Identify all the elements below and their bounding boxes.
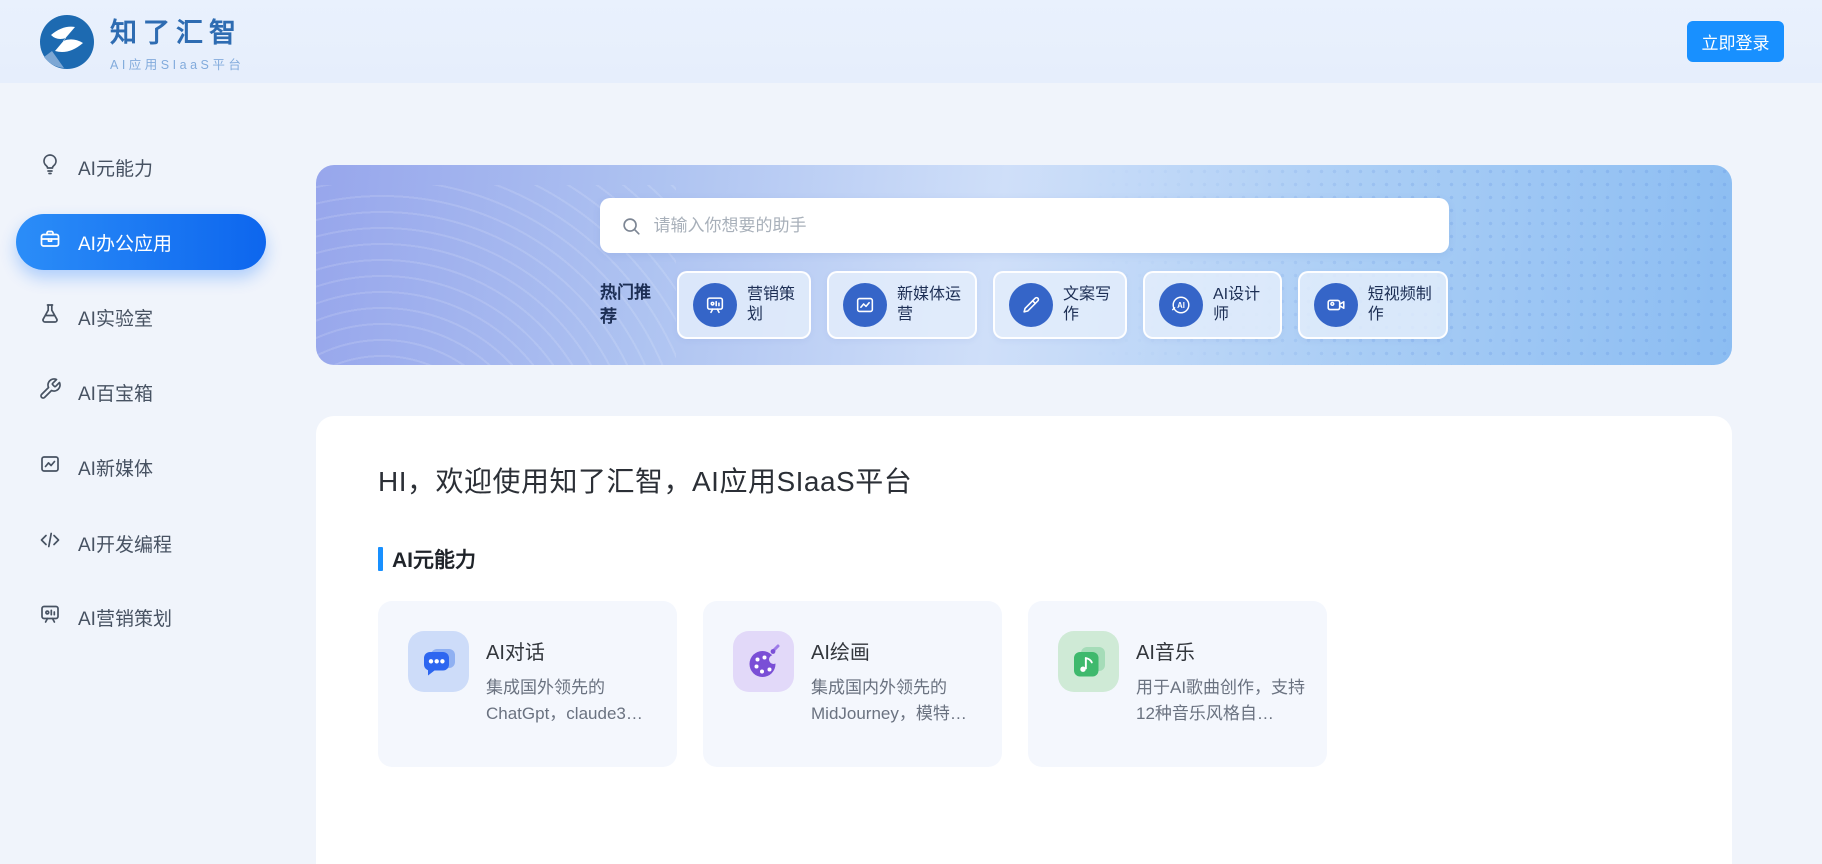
music-icon [1058,631,1119,692]
chip-short-video[interactable]: 短视频制作 [1297,271,1448,339]
pen-icon [1009,283,1053,327]
briefcase-icon [38,227,62,257]
chip-marketing-planning[interactable]: 营销策划 [677,271,811,339]
sidebar-item-ai-toolbox[interactable]: AI百宝箱 [16,364,266,420]
sidebar-item-ai-office[interactable]: AI办公应用 [16,214,266,270]
bulb-icon [38,152,62,182]
sidebar-item-ai-media[interactable]: AI新媒体 [16,439,266,495]
sidebar-item-label: AI元能力 [78,158,153,180]
video-icon [1313,283,1358,327]
card-ai-chat[interactable]: AI对话 集成国外领先的ChatGpt，claude3… [378,601,677,767]
search-input[interactable] [653,215,1429,236]
flask-icon [38,302,62,332]
card-title: AI音乐 [1136,642,1195,664]
sidebar-item-ai-coding[interactable]: AI开发编程 [16,515,266,571]
sidebar-item-label: AI开发编程 [78,534,172,556]
assistant-search[interactable] [599,198,1449,253]
chip-label: 文案写作 [1063,286,1112,323]
sidebar-item-ai-marketing[interactable]: AI营销策划 [16,589,266,645]
sidebar-item-label: AI百宝箱 [78,383,153,405]
section-accent-bar [378,547,383,571]
card-description: 集成国内外领先的MidJourney，模特… [811,678,967,723]
search-icon [622,217,640,235]
card-description: 集成国外领先的ChatGpt，claude3… [486,678,643,723]
section-title: AI元能力 [392,549,476,572]
card-ai-painting[interactable]: AI绘画 集成国内外领先的MidJourney，模特… [703,601,1002,767]
card-title: AI绘画 [811,642,870,664]
ai-designer-icon: AI [1159,283,1203,327]
hot-recommend-label: 热门推荐 [600,283,651,326]
chip-copywriting[interactable]: 文案写作 [993,271,1127,339]
chat-icon [408,631,469,692]
hot-recommend-row: 热门推荐 营销策划 新媒体运营 文案写作 AI AI设计师 短视频制作 [600,271,1732,339]
sidebar-item-label: AI新媒体 [78,458,153,480]
svg-text:AI: AI [1177,301,1185,310]
section-header: AI元能力 [378,544,1670,574]
app-header: 知了汇智 AI应用SIaaS平台 立即登录 [0,0,1822,83]
card-description: 用于AI歌曲创作，支持12种音乐风格自… [1136,678,1306,723]
palette-icon [733,631,794,692]
presentation-icon [38,602,62,632]
chip-label: 营销策划 [747,286,796,323]
chip-label: 新媒体运营 [897,286,962,323]
code-icon [38,528,62,558]
login-button[interactable]: 立即登录 [1687,21,1784,62]
brand[interactable]: 知了汇智 AI应用SIaaS平台 [38,11,244,73]
chip-new-media-operation[interactable]: 新媒体运营 [827,271,977,339]
media-icon [38,452,62,482]
sidebar-item-ai-lab[interactable]: AI实验室 [16,289,266,345]
sidebar-item-label: AI实验室 [78,308,153,330]
media-icon [843,283,887,327]
brand-title: 知了汇智 [110,17,242,48]
sidebar-item-ai-core[interactable]: AI元能力 [16,139,266,195]
card-ai-music[interactable]: AI音乐 用于AI歌曲创作，支持12种音乐风格自… [1028,601,1327,767]
presentation-icon [693,283,737,327]
chip-label: 短视频制作 [1367,286,1432,323]
chip-ai-designer[interactable]: AI AI设计师 [1143,271,1282,339]
card-title: AI对话 [486,642,545,664]
welcome-heading: HI，欢迎使用知了汇智，AI应用SIaaS平台 [378,466,913,497]
chip-label: AI设计师 [1213,286,1261,323]
ability-cards-row: AI对话 集成国外领先的ChatGpt，claude3… AI绘画 集成国内外领… [378,601,1670,767]
brand-logo-icon [40,14,94,69]
sidebar-item-label: AI办公应用 [78,233,172,255]
brand-subtitle: AI应用SIaaS平台 [110,57,245,72]
main-content: HI，欢迎使用知了汇智，AI应用SIaaS平台 AI元能力 AI对话 集成国外领… [316,416,1732,864]
hero-banner: 热门推荐 营销策划 新媒体运营 [316,165,1732,365]
wrench-icon [38,377,62,407]
sidebar-item-label: AI营销策划 [78,608,172,630]
